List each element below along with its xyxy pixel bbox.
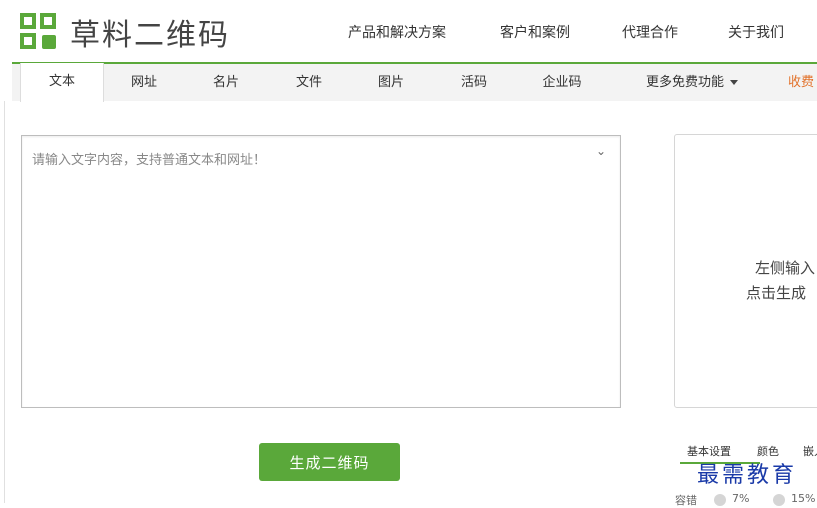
caret-down-icon: [730, 80, 738, 85]
radio-7[interactable]: [714, 494, 726, 506]
generate-qr-button[interactable]: 生成二维码: [259, 443, 400, 481]
nav-agency[interactable]: 代理合作: [622, 22, 678, 42]
logo[interactable]: 草料二维码: [20, 10, 230, 54]
nav-products[interactable]: 产品和解决方案: [348, 22, 446, 42]
site-header: 草料二维码 产品和解决方案 客户和案例 代理合作 关于我们: [0, 0, 817, 62]
qr-preview-panel: 左侧输入 点击生成: [674, 134, 817, 408]
text-input[interactable]: 请输入文字内容，支持普通文本和网址！ ⌄: [21, 135, 621, 408]
tab-card[interactable]: 名片: [196, 64, 256, 101]
chevron-down-icon[interactable]: ⌄: [596, 144, 606, 158]
tab-more-free[interactable]: 更多免费功能: [636, 64, 748, 101]
brand-name: 草料二维码: [70, 18, 230, 53]
tab-more-free-label: 更多免费功能: [645, 75, 724, 90]
text-input-placeholder: 请输入文字内容，支持普通文本和网址！: [32, 153, 267, 168]
tab-enterprise[interactable]: 企业码: [526, 64, 598, 101]
preview-hint-line1: 左侧输入: [755, 259, 816, 277]
tab-embed[interactable]: 嵌入: [803, 443, 817, 459]
radio-15[interactable]: [773, 494, 785, 506]
tab-paid[interactable]: 收费: [788, 64, 817, 101]
watermark-text: 最需教育: [697, 463, 798, 488]
tab-file[interactable]: 文件: [279, 64, 339, 101]
feature-tabbar: 文本 网址 名片 文件 图片 活码 企业码 更多免费功能 收费: [12, 62, 817, 102]
nav-about[interactable]: 关于我们: [728, 22, 784, 42]
logo-qr-icon: [20, 13, 58, 51]
tolerance-label: 容错: [675, 494, 697, 507]
tolerance-15-label: 15%: [791, 492, 816, 505]
preview-hint-line2: 点击生成: [746, 284, 807, 302]
tolerance-7-label: 7%: [732, 492, 750, 505]
tab-url[interactable]: 网址: [114, 64, 174, 101]
left-divider: [4, 101, 5, 503]
tab-text[interactable]: 文本: [20, 63, 104, 102]
nav-customers[interactable]: 客户和案例: [500, 22, 570, 42]
tab-live-code[interactable]: 活码: [444, 64, 504, 101]
tab-image[interactable]: 图片: [361, 64, 421, 101]
